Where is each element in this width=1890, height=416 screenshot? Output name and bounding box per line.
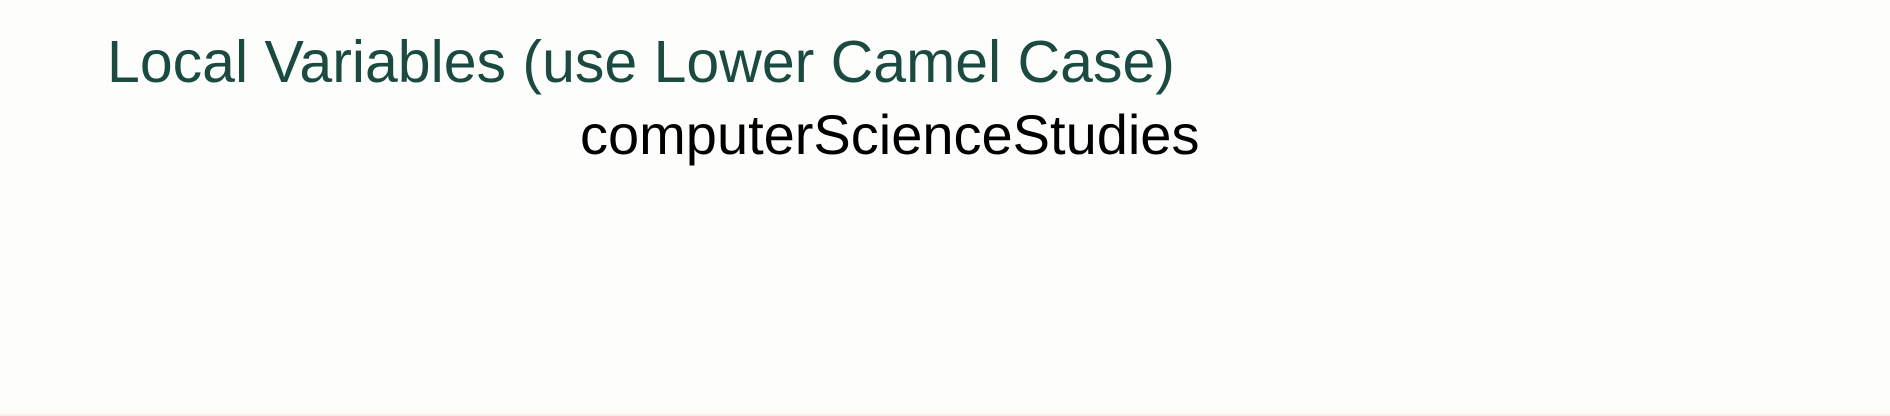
example-variable-name: computerScienceStudies [580,103,1200,166]
slide-title: Local Variables (use Lower Camel Case) [107,29,1175,95]
slide: Local Variables (use Lower Camel Case) c… [0,0,1890,414]
